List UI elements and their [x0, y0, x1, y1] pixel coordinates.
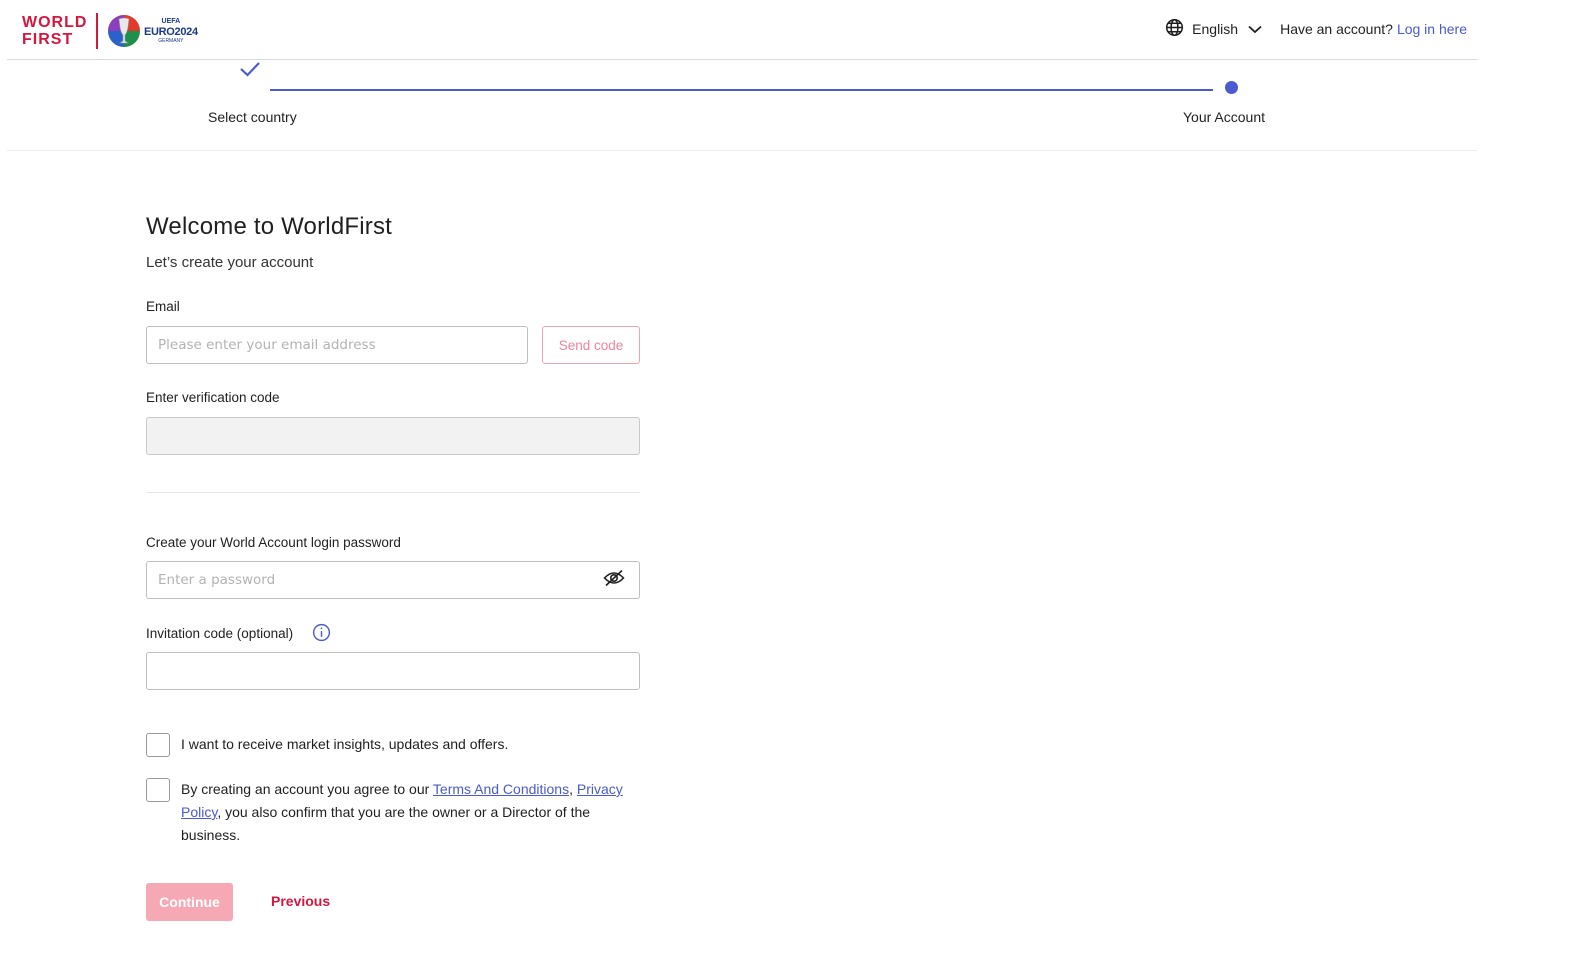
have-account-text: Have an account? [1280, 21, 1393, 37]
step-current-dot [1225, 81, 1238, 94]
password-input[interactable] [146, 561, 640, 599]
send-code-button[interactable]: Send code [542, 326, 640, 364]
page-subtitle: Let’s create your account [146, 254, 314, 271]
email-input[interactable] [146, 326, 528, 364]
step-select-country: Select country [208, 109, 297, 125]
page-title: Welcome to WorldFirst [146, 213, 393, 240]
language-selector[interactable]: English [1165, 18, 1280, 40]
euro-country: GERMANY [158, 38, 184, 44]
top-header: WORLD FIRST UEFA EURO2024 GERMANY Englis… [7, 0, 1477, 60]
logo-line-1: WORLD [22, 14, 88, 31]
terms-consent-text: By creating an account you agree to our … [181, 778, 631, 847]
euro-uefa: UEFA [161, 18, 181, 25]
step-your-account: Your Account [1183, 109, 1265, 125]
section-divider [146, 492, 640, 493]
check-icon [239, 61, 261, 84]
terms-separator: , [569, 781, 577, 797]
header-actions: English Have an account? Log in here [1165, 18, 1467, 40]
language-label: English [1192, 21, 1239, 37]
login-link[interactable]: Log in here [1397, 21, 1467, 37]
terms-suffix: , you also confirm that you are the owne… [181, 804, 591, 843]
euro-name: EURO2024 [143, 26, 198, 38]
email-label: Email [146, 299, 180, 314]
euro-trophy-icon [107, 11, 141, 51]
previous-button[interactable]: Previous [271, 893, 330, 909]
logo-divider [96, 13, 98, 49]
continue-button[interactable]: Continue [146, 883, 233, 921]
logo-line-2: FIRST [22, 31, 74, 48]
terms-prefix: By creating an account you agree to our [181, 781, 433, 797]
verification-label: Enter verification code [146, 390, 280, 405]
eye-slash-icon[interactable] [603, 569, 625, 592]
marketing-consent-row: I want to receive market insights, updat… [146, 733, 631, 757]
marketing-checkbox[interactable] [146, 733, 170, 757]
globe-icon [1165, 18, 1184, 40]
marketing-consent-text: I want to receive market insights, updat… [181, 736, 509, 752]
password-label: Create your World Account login password [146, 535, 401, 550]
worldfirst-logo: WORLD FIRST [22, 14, 87, 48]
chevron-down-icon [1248, 21, 1262, 37]
info-icon[interactable] [312, 623, 331, 647]
progress-steps: Select country Your Account [7, 61, 1477, 151]
signup-form: Welcome to WorldFirst Let’s create your … [146, 213, 641, 921]
verification-code-input[interactable] [146, 417, 640, 455]
terms-consent-row: By creating an account you agree to our … [146, 778, 631, 847]
step-progress-line [270, 89, 1213, 91]
invitation-code-input[interactable] [146, 652, 640, 690]
euro2024-mark: UEFA EURO2024 GERMANY [144, 18, 198, 44]
terms-checkbox[interactable] [146, 778, 170, 802]
brand-logo[interactable]: WORLD FIRST UEFA EURO2024 GERMANY [22, 10, 198, 52]
invitation-label: Invitation code (optional) [146, 626, 294, 641]
terms-link[interactable]: Terms And Conditions [433, 781, 569, 797]
